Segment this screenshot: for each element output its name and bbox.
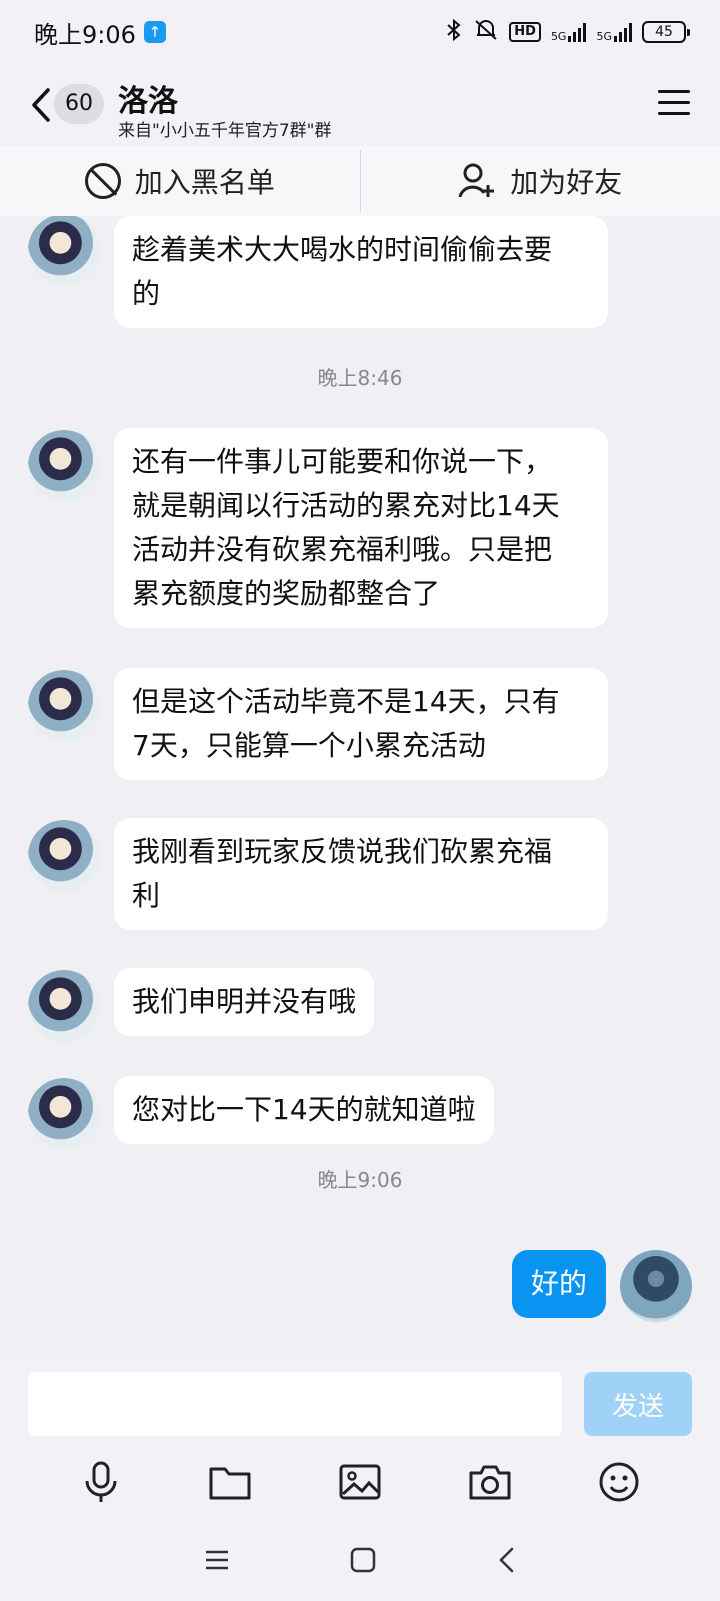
timestamp: 晚上8:46 [317,366,403,390]
message-text-line: 还有一件事儿可能要和你说一下， [132,445,553,478]
message-text-line: 我们申明并没有哦 [132,985,357,1018]
sender-avatar[interactable] [28,216,100,286]
add-to-blacklist-button[interactable]: 加入黑名单 [0,146,360,216]
sender-avatar[interactable] [28,670,100,742]
back-icon[interactable] [28,86,54,124]
timestamp: 晚上9:06 [317,1168,403,1192]
hd-icon: HD [509,22,541,42]
action-bar: 加入黑名单 加为好友 [0,146,720,216]
message-text-line: 我刚看到玩家反馈说我们砍累充福 [132,835,553,868]
nav-back-icon[interactable] [496,1546,516,1578]
signal-icon-2: 5G [596,22,632,42]
composer-toolbar [0,1442,720,1522]
message-text-line: 活动并没有砍累充福利哦。只是把 [132,533,553,566]
menu-icon[interactable] [658,90,690,116]
message-bubble[interactable]: 我刚看到玩家反馈说我们砍累充福 利 [114,818,608,930]
sender-avatar[interactable] [28,430,100,502]
battery-icon: 45 [642,21,690,43]
microphone-icon[interactable] [79,1460,123,1504]
chat-message-list[interactable]: 趁着美术大大喝水的时间偷偷去要 的 晚上8:46 还有一件事儿可能要和你说一下，… [0,216,720,1358]
message-text-line: 您对比一下14天的就知道啦 [132,1093,476,1126]
message-bubble-outgoing[interactable]: 好的 [512,1250,606,1318]
home-icon[interactable] [350,1547,376,1577]
system-nav-bar [0,1522,720,1601]
mute-bell-icon [473,18,499,47]
add-friend-button[interactable]: 加为好友 [361,146,720,216]
image-icon[interactable] [338,1460,382,1504]
status-time: 晚上9:06 [34,20,136,49]
folder-icon[interactable] [208,1460,252,1504]
message-bubble[interactable]: 趁着美术大大喝水的时间偷偷去要 的 [114,216,608,328]
message-text-line: 7天，只能算一个小累充活动 [132,729,486,762]
status-bar: 晚上9:06 ↑ HD 5G 5G 45 [0,0,720,64]
emoji-icon[interactable] [597,1460,641,1504]
contact-source: 来自"小小五千年官方7群"群 [118,121,332,141]
recent-apps-icon[interactable] [204,1549,230,1575]
message-text-line: 就是朝闻以行活动的累充对比14天 [132,489,560,522]
block-icon [84,163,121,199]
signal-icon-1: 5G [551,22,587,42]
add-to-blacklist-label: 加入黑名单 [134,166,275,199]
message-bubble[interactable]: 我们申明并没有哦 [114,968,375,1036]
message-text-line: 利 [132,879,161,912]
contact-name: 洛洛 [118,84,178,119]
message-text-line: 趁着美术大大喝水的时间偷偷去要 [132,233,553,266]
message-bubble[interactable]: 还有一件事儿可能要和你说一下， 就是朝闻以行活动的累充对比14天 活动并没有砍累… [114,428,608,628]
message-text-line: 好的 [530,1267,587,1300]
send-button[interactable]: 发送 [584,1372,692,1436]
camera-icon[interactable] [468,1460,512,1504]
upload-icon: ↑ [143,21,166,43]
my-avatar[interactable] [620,1250,692,1322]
message-text-line: 但是这个活动毕竟不是14天，只有 [132,685,560,718]
message-text-line: 的 [132,277,161,310]
add-friend-label: 加为好友 [510,166,623,199]
message-bubble[interactable]: 您对比一下14天的就知道啦 [114,1076,494,1144]
bluetooth-icon [445,18,463,47]
composer: 发送 [0,1358,720,1442]
add-friend-icon [458,163,496,199]
unread-count-badge[interactable]: 60 [54,84,104,124]
chat-header: 60 洛洛 来自"小小五千年官方7群"群 [0,64,720,146]
message-bubble[interactable]: 但是这个活动毕竟不是14天，只有 7天，只能算一个小累充活动 [114,668,608,780]
message-input[interactable] [28,1372,562,1436]
sender-avatar[interactable] [28,970,100,1042]
sender-avatar[interactable] [28,820,100,892]
message-text-line: 累充额度的奖励都整合了 [132,577,441,610]
sender-avatar[interactable] [28,1078,100,1150]
